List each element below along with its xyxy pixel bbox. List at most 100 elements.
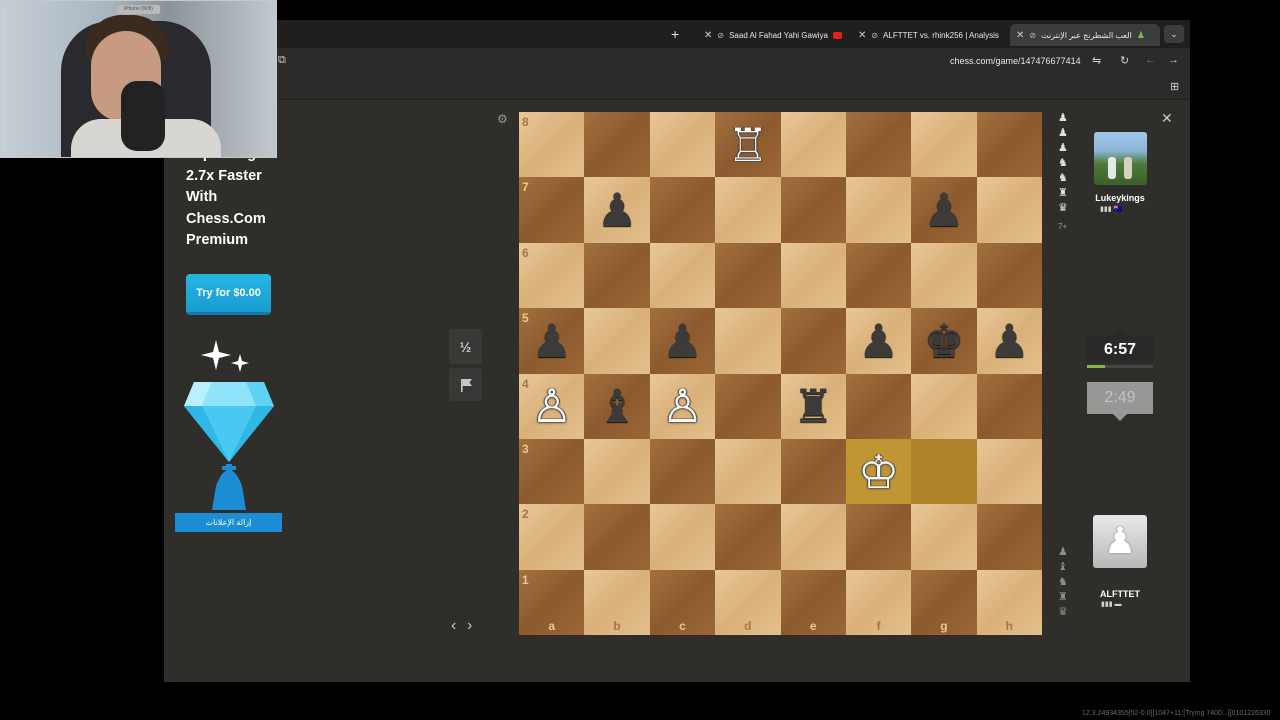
back-icon[interactable]: ← bbox=[1145, 54, 1156, 66]
square-f5[interactable]: ♟ bbox=[845, 308, 912, 374]
reload-icon[interactable]: ↻ bbox=[1120, 54, 1129, 67]
square-c7[interactable] bbox=[649, 177, 716, 243]
square-c4[interactable]: ♙ bbox=[649, 373, 716, 439]
white-king-f3[interactable]: ♔ bbox=[846, 439, 911, 504]
url-text[interactable]: chess.com/game/147476677414 bbox=[950, 56, 1081, 66]
opponent-avatar[interactable] bbox=[1094, 132, 1147, 185]
black-pawn-c5[interactable]: ♟ bbox=[650, 308, 715, 373]
square-b5[interactable] bbox=[584, 308, 650, 374]
square-h8[interactable] bbox=[976, 112, 1042, 178]
square-d4[interactable] bbox=[715, 373, 781, 439]
square-c2[interactable] bbox=[649, 504, 716, 570]
remove-ads-link[interactable]: إزالة الإعلانات bbox=[175, 513, 282, 532]
white-pawn-a4[interactable]: ♙ bbox=[519, 374, 584, 439]
square-h4[interactable] bbox=[976, 373, 1042, 439]
tab-list-button[interactable]: ⌄ bbox=[1164, 25, 1184, 43]
square-f7[interactable] bbox=[845, 177, 912, 243]
square-g5[interactable]: ♚ bbox=[911, 308, 977, 374]
black-bishop-b4[interactable]: ♝ bbox=[584, 374, 649, 439]
square-b8[interactable] bbox=[584, 112, 650, 178]
tab-analysis[interactable]: ✕ ⊘ ALFTTET vs. rhink256 | Analysis ♟ bbox=[852, 24, 1004, 46]
close-tab-icon[interactable]: ✕ bbox=[704, 30, 712, 41]
square-d8[interactable]: ♖ bbox=[715, 112, 781, 178]
square-e5[interactable] bbox=[780, 308, 846, 374]
square-g7[interactable]: ♟ bbox=[911, 177, 977, 243]
offer-draw-button[interactable]: ½ bbox=[449, 329, 482, 364]
square-h5[interactable]: ♟ bbox=[976, 308, 1042, 374]
square-b4[interactable]: ♝ bbox=[584, 373, 650, 439]
square-a1[interactable]: 1a bbox=[519, 569, 585, 635]
square-d3[interactable] bbox=[715, 438, 781, 505]
square-c3[interactable] bbox=[649, 438, 716, 505]
square-a5[interactable]: 5 ♟ bbox=[519, 308, 585, 374]
square-d7[interactable] bbox=[715, 177, 781, 243]
square-d5[interactable] bbox=[715, 308, 781, 374]
next-move-button[interactable]: › bbox=[467, 617, 472, 635]
square-f3[interactable]: ♔ bbox=[845, 438, 912, 505]
tab-youtube[interactable]: ✕ ⊘ Saad Al Fahad Yahi Gawiya bbox=[698, 24, 848, 46]
square-a8[interactable]: 8 bbox=[519, 112, 585, 178]
square-b7[interactable]: ♟ bbox=[584, 177, 650, 243]
square-c1[interactable]: c bbox=[649, 569, 716, 635]
gear-icon[interactable]: ⚙ bbox=[497, 112, 508, 126]
black-pawn-g7[interactable]: ♟ bbox=[911, 177, 976, 242]
black-pawn-b7[interactable]: ♟ bbox=[584, 177, 649, 242]
black-pawn-f5[interactable]: ♟ bbox=[846, 308, 911, 373]
player-avatar[interactable]: ♟ bbox=[1093, 515, 1147, 568]
white-rook-d8[interactable]: ♖ bbox=[715, 112, 780, 177]
square-e1[interactable]: e bbox=[780, 569, 846, 635]
square-e6[interactable] bbox=[780, 242, 846, 309]
square-b3[interactable] bbox=[584, 438, 650, 505]
previous-move-button[interactable]: ‹ bbox=[451, 617, 456, 635]
square-g8[interactable] bbox=[911, 112, 977, 178]
picture-in-picture-icon[interactable]: ⧉ bbox=[278, 54, 286, 67]
square-h2[interactable] bbox=[976, 504, 1042, 570]
close-icon[interactable]: ✕ bbox=[1161, 110, 1173, 127]
white-pawn-c4[interactable]: ♙ bbox=[650, 374, 715, 439]
square-e3[interactable] bbox=[780, 438, 846, 505]
square-e8[interactable] bbox=[780, 112, 846, 178]
square-g1[interactable]: g bbox=[911, 569, 977, 635]
square-e7[interactable] bbox=[780, 177, 846, 243]
square-g6[interactable] bbox=[911, 242, 977, 309]
square-a7[interactable]: 7 bbox=[519, 177, 585, 243]
chessboard[interactable]: 8 ♖ 7 ♟ ♟ 6 5 ♟ ♟ ♟ ♚ ♟ 4 ♙ ♝ ♙ ♜ 3 ♔ 2 1 a b c d e f g h bbox=[519, 112, 1042, 635]
square-b2[interactable] bbox=[584, 504, 650, 570]
apps-grid-icon[interactable]: ⊞ bbox=[1170, 80, 1179, 93]
square-f6[interactable] bbox=[845, 242, 912, 309]
opponent-name[interactable]: Lukeykings bbox=[1080, 193, 1160, 203]
forward-icon[interactable]: → bbox=[1168, 54, 1179, 66]
square-c8[interactable] bbox=[649, 112, 716, 178]
square-f1[interactable]: f bbox=[845, 569, 912, 635]
square-h7[interactable] bbox=[976, 177, 1042, 243]
square-d2[interactable] bbox=[715, 504, 781, 570]
square-f4[interactable] bbox=[845, 373, 912, 439]
square-g3[interactable] bbox=[911, 438, 977, 505]
square-a6[interactable]: 6 bbox=[519, 242, 585, 309]
black-pawn-a5[interactable]: ♟ bbox=[519, 308, 584, 373]
square-f8[interactable] bbox=[845, 112, 912, 178]
try-premium-button[interactable]: Try for $0.00 bbox=[186, 274, 271, 315]
black-pawn-h5[interactable]: ♟ bbox=[977, 308, 1042, 373]
square-e4[interactable]: ♜ bbox=[780, 373, 846, 439]
square-a2[interactable]: 2 bbox=[519, 504, 585, 570]
black-rook-e4[interactable]: ♜ bbox=[781, 374, 846, 439]
square-h3[interactable] bbox=[976, 438, 1042, 505]
square-d6[interactable] bbox=[715, 242, 781, 309]
square-h6[interactable] bbox=[976, 242, 1042, 309]
resign-button[interactable] bbox=[449, 368, 482, 401]
square-a4[interactable]: 4 ♙ bbox=[519, 373, 585, 439]
square-c6[interactable] bbox=[649, 242, 716, 309]
square-c5[interactable]: ♟ bbox=[649, 308, 716, 374]
square-b1[interactable]: b bbox=[584, 569, 650, 635]
black-king-g5[interactable]: ♚ bbox=[911, 308, 976, 373]
square-d1[interactable]: d bbox=[715, 569, 781, 635]
square-g4[interactable] bbox=[911, 373, 977, 439]
square-a3[interactable]: 3 bbox=[519, 438, 585, 505]
square-b6[interactable] bbox=[584, 242, 650, 309]
tab-play-online[interactable]: ✕ ⊘ العب الشطرنج عبر الإنترنت ♟ bbox=[1010, 24, 1160, 46]
square-h1[interactable]: h bbox=[976, 569, 1042, 635]
player-name[interactable]: ALFTTET bbox=[1080, 589, 1160, 599]
close-tab-icon[interactable]: ✕ bbox=[858, 30, 866, 41]
site-settings-icon[interactable]: ⇋ bbox=[1092, 54, 1101, 67]
